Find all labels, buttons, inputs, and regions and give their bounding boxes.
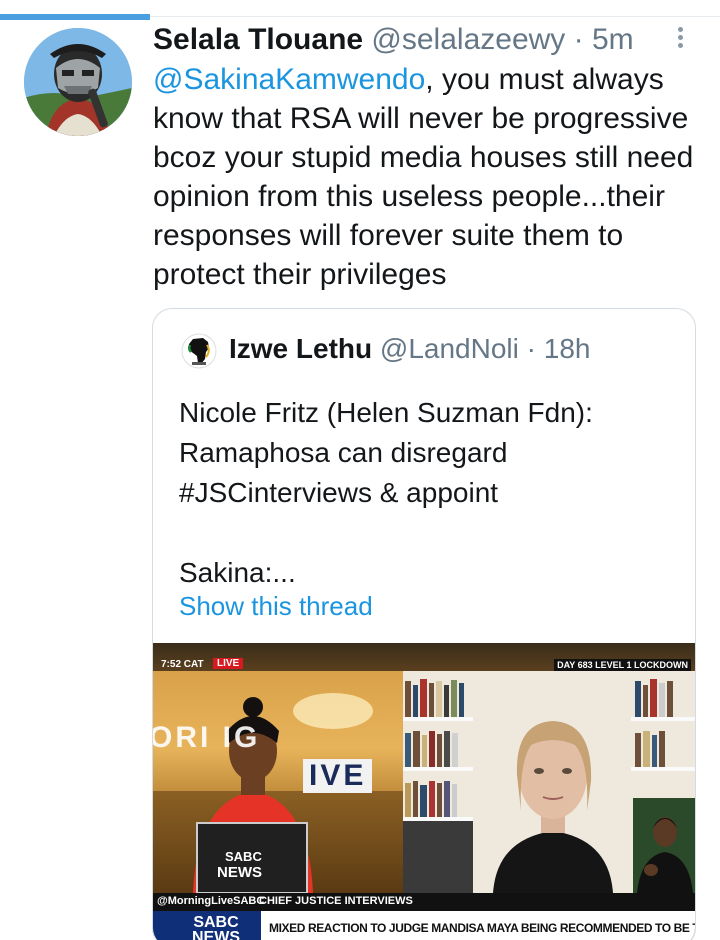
quoted-line: Ramaphosa can disregard (179, 437, 508, 468)
tweet-header: Selala Tlouane @selalazeewy · 5m (153, 22, 634, 58)
active-tab-indicator (0, 14, 150, 20)
quoted-line: Sakina:... (179, 557, 296, 588)
separator: · (526, 333, 536, 364)
headline-ticker: SABC NEWS MIXED REACTION TO JUDGE MANDIS… (153, 911, 695, 940)
live-badge: LIVE (213, 658, 244, 669)
quoted-author-name[interactable]: Izwe Lethu (229, 333, 372, 364)
africa-map-icon (181, 333, 217, 369)
broadcast-clock: 7:52 CAT (161, 659, 204, 670)
sign-language-interpreter (633, 798, 695, 893)
mention-link[interactable]: @SakinaKamwendo (153, 63, 425, 96)
tweet-text-fragment: , you must always (425, 63, 664, 96)
tweet-line: protect their privileges (153, 258, 447, 291)
lower-third-strip: @MorningLiveSABC CHIEF JUSTICE INTERVIEW… (153, 893, 695, 911)
divider (150, 16, 720, 17)
tweet-body: @SakinaKamwendo, you must always know th… (153, 60, 713, 294)
tweet-line: @SakinaKamwendo, you must always (153, 60, 713, 99)
logo-text: SABC NEWS (192, 914, 240, 940)
show-handle: @MorningLiveSABC (157, 895, 265, 907)
svg-text:NEWS: NEWS (217, 864, 262, 881)
separator: · (573, 23, 584, 56)
quoted-author-handle[interactable]: @LandNoli (380, 333, 519, 364)
tweet-line: opinion from this useless people...their (153, 180, 665, 213)
vertical-dots-icon[interactable] (670, 24, 690, 54)
tweet-line: responses will forever suite them to (153, 219, 624, 252)
tweet-line: bcoz your stupid media houses still need (153, 141, 694, 174)
quoted-blank-line (179, 513, 679, 553)
author-handle[interactable]: @selalazeewy (371, 23, 565, 56)
author-name[interactable]: Selala Tlouane (153, 23, 363, 56)
user-avatar (24, 28, 132, 136)
quoted-line: #JSCinterviews & appoint (179, 477, 499, 508)
tweet-time[interactable]: 5m (592, 23, 634, 56)
studio-panel: SABC NEWS ORI IG IVE (153, 671, 403, 894)
lockdown-badge: DAY 683 LEVEL 1 LOCKDOWN (554, 659, 691, 671)
show-thread-link[interactable]: Show this thread (179, 589, 373, 623)
news-video-frame[interactable]: 7:52 CAT LIVE DAY 683 LEVEL 1 LOCKDOWN S… (153, 643, 695, 940)
quoted-line: Nicole Fritz (Helen Suzman Fdn): (179, 397, 593, 428)
segment-title: CHIEF JUSTICE INTERVIEWS (259, 895, 413, 907)
quoted-tweet-card[interactable]: Izwe Lethu @LandNoli · 18h Nicole Fritz … (152, 308, 696, 940)
quoted-tweet-header: Izwe Lethu @LandNoli · 18h (229, 331, 590, 367)
quoted-tweet-body: Nicole Fritz (Helen Suzman Fdn): Ramapho… (179, 393, 679, 593)
quoted-tweet-time[interactable]: 18h (544, 333, 591, 364)
show-logo-text: IVE (303, 759, 373, 793)
show-logo-text: ORI IG (153, 721, 261, 754)
tweet-line: know that RSA will never be progressive (153, 102, 689, 135)
news-headline: MIXED REACTION TO JUDGE MANDISA MAYA BEI… (269, 921, 695, 935)
sabc-news-logo: SABC NEWS (153, 911, 261, 940)
svg-text:SABC: SABC (225, 849, 262, 864)
avatar[interactable] (24, 28, 132, 136)
